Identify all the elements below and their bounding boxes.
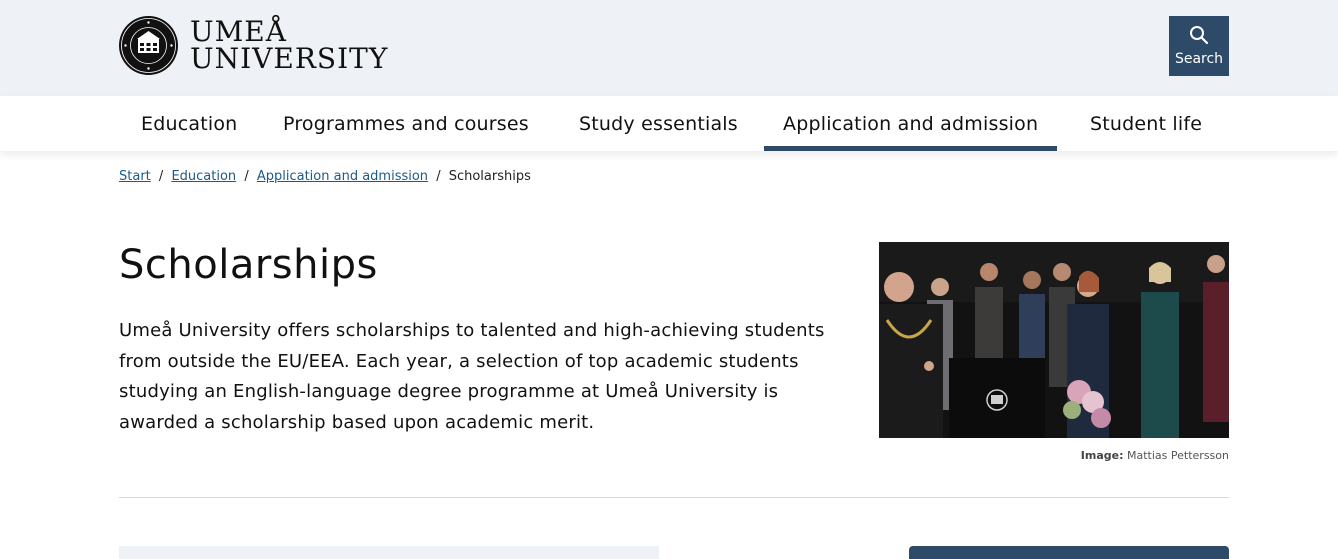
nav-item-label: Student life	[1090, 112, 1203, 135]
nav-item-label: Application and admission	[783, 112, 1039, 135]
section-divider	[119, 497, 1229, 498]
image-caption: Image: Mattias Pettersson	[1081, 449, 1229, 462]
breadcrumb-separator: /	[158, 169, 164, 184]
content-box	[119, 546, 659, 559]
sidebar-box	[909, 546, 1229, 559]
nav-item-label: Programmes and courses	[283, 112, 529, 135]
nav-item-study-essentials[interactable]: Study essentials	[560, 96, 757, 151]
nav-item-label: Education	[141, 112, 238, 135]
university-wordmark: UMEÅ UNIVERSITY	[190, 18, 389, 75]
university-logo[interactable]: UMEÅ UNIVERSITY	[119, 16, 388, 75]
university-seal-icon	[119, 16, 178, 75]
ceremony-photo	[879, 242, 1229, 438]
search-icon	[1189, 25, 1209, 49]
search-button-label: Search	[1174, 51, 1224, 67]
nav-item-programmes-and-courses[interactable]: Programmes and courses	[264, 96, 548, 151]
image-caption-label: Image:	[1080, 449, 1124, 462]
nav-item-application-and-admission[interactable]: Application and admission	[764, 96, 1058, 151]
breadcrumb-separator: /	[436, 169, 441, 184]
image-caption-credit: Mattias Pettersson	[1127, 449, 1229, 462]
nav-item-education[interactable]: Education	[122, 96, 256, 151]
breadcrumb-link-application[interactable]: Application and admission	[257, 169, 428, 184]
nav-item-student-life[interactable]: Student life	[1071, 96, 1221, 151]
search-button[interactable]: Search	[1169, 16, 1229, 76]
breadcrumb-current: Scholarships	[448, 169, 531, 184]
wordmark-line-2: UNIVERSITY	[190, 41, 389, 75]
main-navigation: Education Programmes and courses Study e…	[0, 96, 1338, 151]
breadcrumb-link-education[interactable]: Education	[171, 169, 236, 184]
breadcrumb-link-start[interactable]: Start	[119, 169, 151, 184]
lead-paragraph: Umeå University offers scholarships to t…	[119, 320, 825, 433]
nav-item-label: Study essentials	[579, 112, 738, 135]
breadcrumb-separator: /	[244, 169, 249, 184]
page-title: Scholarships	[119, 242, 378, 288]
breadcrumb: Start / Education / Application and admi…	[119, 169, 531, 184]
